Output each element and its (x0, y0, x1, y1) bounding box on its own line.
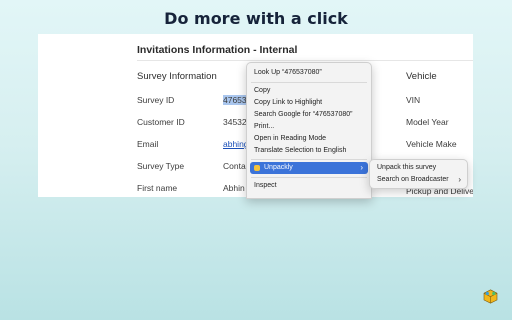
vehicle-heading: Vehicle (406, 71, 437, 82)
menu-item-look-up[interactable]: Look Up “476537080” (254, 69, 322, 76)
menu-item-copy-link-to-highlight[interactable]: Copy Link to Highlight (254, 99, 322, 106)
customer-id-value: 34532 (223, 117, 247, 127)
menu-item-unpackly[interactable]: Unpackly › (250, 162, 368, 174)
menu-separator (251, 159, 367, 160)
menu-item-copy[interactable]: Copy (254, 87, 270, 94)
menu-separator (251, 82, 367, 83)
survey-information-heading: Survey Information (137, 71, 217, 82)
submenu-item-unpack-survey[interactable]: Unpack this survey (377, 164, 436, 171)
submenu-item-search-broadcaster[interactable]: Search on Broadcaster (377, 176, 449, 183)
unpackly-icon (254, 165, 260, 171)
menu-item-search-google[interactable]: Search Google for “476537080” (254, 111, 352, 118)
vehicle-field-label: VIN (406, 95, 421, 105)
menu-item-reading-mode[interactable]: Open in Reading Mode (254, 135, 326, 142)
menu-separator (251, 177, 367, 178)
menu-item-print[interactable]: Print... (254, 123, 274, 130)
context-menu: Look Up “476537080” Copy Copy Link to Hi… (246, 62, 372, 199)
row-label: Survey Type (137, 161, 185, 171)
row-label: First name (137, 183, 178, 193)
row-label: Customer ID (137, 117, 185, 127)
vehicle-field-label: Model Year (406, 117, 449, 127)
unpackly-submenu: Unpack this survey Search on Broadcaster… (369, 159, 468, 189)
vehicle-field-label: Vehicle Make (406, 139, 457, 149)
menu-item-inspect[interactable]: Inspect (254, 182, 277, 189)
panel-title: Invitations Information - Internal (137, 44, 298, 56)
headline: Do more with a click (164, 9, 348, 28)
chevron-right-icon: › (458, 175, 461, 184)
chevron-right-icon: › (360, 163, 363, 172)
menu-item-translate[interactable]: Translate Selection to English (254, 147, 346, 154)
survey-id-value[interactable]: 47653 (223, 95, 247, 105)
unpackly-logo-icon[interactable] (483, 289, 498, 304)
divider (137, 60, 473, 61)
row-label: Email (137, 139, 159, 149)
row-label: Survey ID (137, 95, 175, 105)
email-link[interactable]: abhing (223, 139, 249, 149)
first-name-value: Abhin (223, 183, 245, 193)
menu-item-unpackly-label: Unpackly (264, 164, 293, 171)
